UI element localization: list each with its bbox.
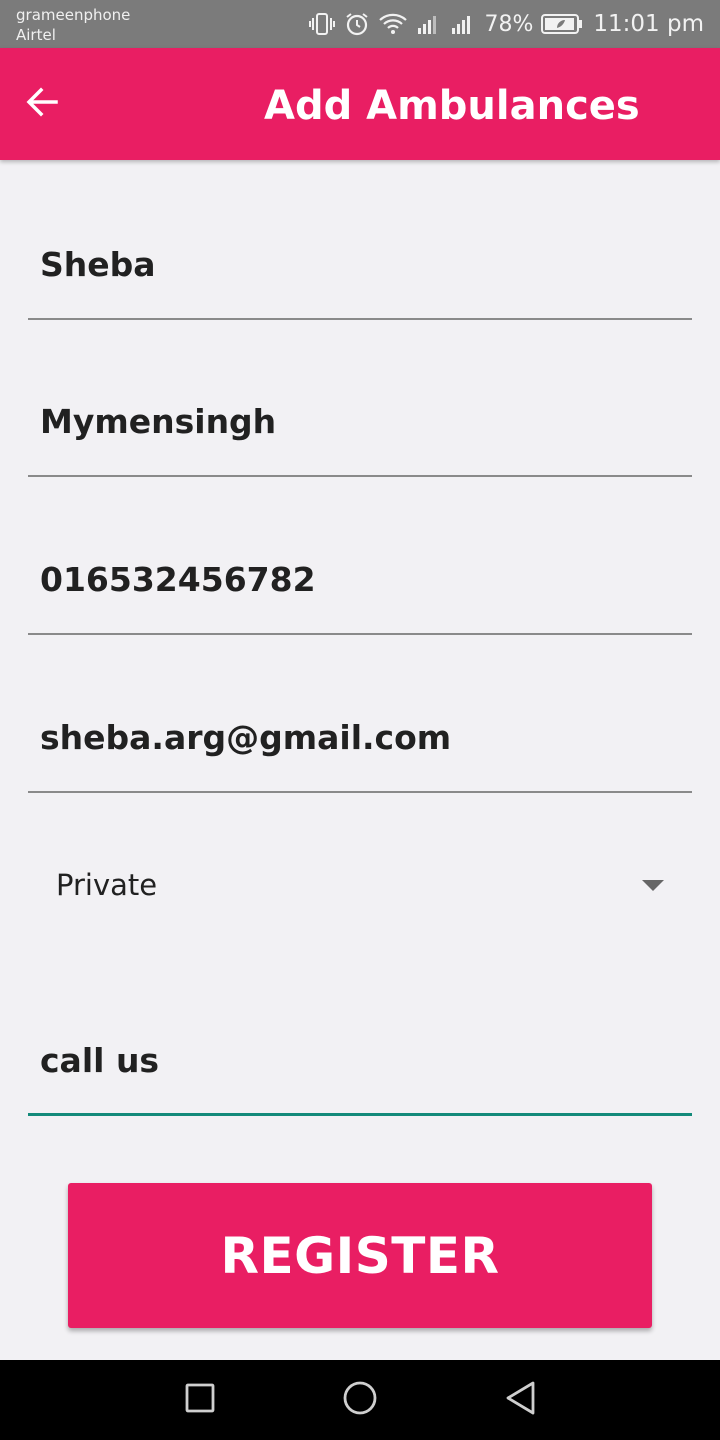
location-value: Mymensingh [40,402,277,441]
carrier-info: grameenphone Airtel [16,5,130,45]
carrier-primary: grameenphone [16,6,131,24]
register-button[interactable]: REGISTER [68,1183,652,1328]
name-value: Sheba [40,245,156,284]
field-underline [28,633,692,635]
email-value: sheba.arg@gmail.com [40,718,452,757]
phone-field[interactable]: 016532456782 [28,515,692,635]
field-underline [28,791,692,793]
alarm-icon [344,11,370,37]
carrier-secondary: Airtel [16,26,56,44]
arrow-back-icon [24,84,60,125]
email-field[interactable]: sheba.arg@gmail.com [28,673,692,793]
triangle-back-icon [503,1380,537,1421]
recents-button[interactable] [180,1380,220,1420]
field-underline [28,475,692,477]
vibrate-icon [308,11,336,37]
status-bar: grameenphone Airtel 78% 11:01 pm [0,0,720,48]
square-icon [184,1382,216,1419]
wifi-icon [378,12,408,36]
page-title: Add Ambulances [264,83,640,129]
battery-percent: 78% [484,11,534,37]
home-button[interactable] [340,1380,380,1420]
dropdown-caret-icon [642,880,664,891]
clock: 11:01 pm [593,11,704,37]
field-underline-focused [28,1113,692,1116]
status-icons: 78% 11:01 pm [308,8,704,40]
back-button[interactable] [24,80,88,128]
phone-value: 016532456782 [40,560,316,599]
battery-icon [541,13,583,35]
note-field[interactable]: call us [28,996,692,1116]
register-button-label: REGISTER [220,1226,500,1285]
system-nav-bar [0,1360,720,1440]
back-nav-button[interactable] [500,1380,540,1420]
name-field[interactable]: Sheba [28,200,692,320]
circle-icon [342,1380,378,1421]
field-underline [28,318,692,320]
app-bar: Add Ambulances [0,48,720,160]
type-dropdown[interactable]: Private [28,846,692,930]
signal-icon-1 [416,12,442,36]
location-field[interactable]: Mymensingh [28,357,692,477]
note-value: call us [40,1041,160,1080]
type-selected-value: Private [56,868,158,902]
signal-icon-2 [450,12,476,36]
